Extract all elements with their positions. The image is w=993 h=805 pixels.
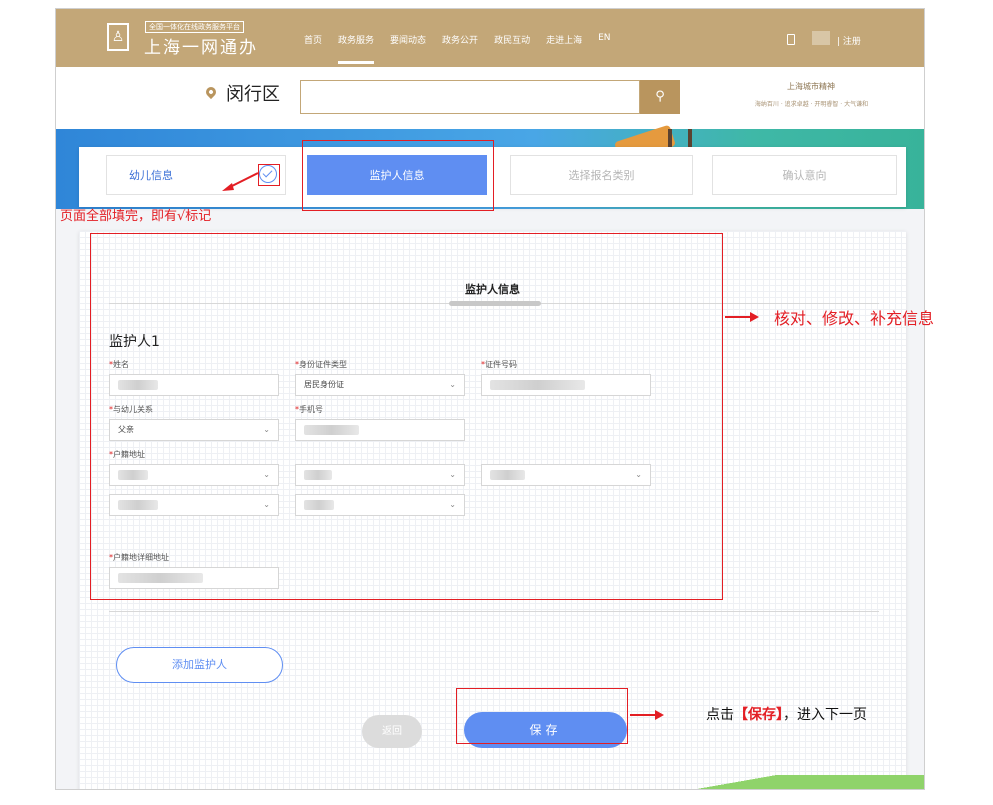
city-spirit-motto: 海纳百川 · 追求卓越 · 开明睿智 · 大气谦和	[754, 101, 869, 108]
search-row: 闵行区 ⚲ 上海城市精神 海纳百川 · 追求卓越 · 开明睿智 · 大气谦和	[56, 67, 924, 129]
user-name-masked[interactable]	[812, 31, 830, 45]
form-divider	[109, 611, 879, 612]
top-navigation-bar: ♙ 全国一体化在线政务服务平台 上海一网通办 首页 政务服务 要闻动态 政务公开…	[56, 9, 924, 67]
step-label: 确认意向	[782, 169, 827, 182]
annotation-complete-note: 页面全部填完，即有√标记	[60, 209, 212, 224]
back-button[interactable]: 返回	[362, 715, 422, 748]
annotation-arrow-head	[655, 710, 664, 720]
step-confirm-intent[interactable]: 确认意向	[712, 155, 897, 195]
nav-shanghai[interactable]: 走进上海	[546, 33, 582, 46]
location-selector[interactable]: 闵行区	[226, 80, 280, 106]
nav-public[interactable]: 政务公开	[442, 33, 478, 46]
search-button[interactable]: ⚲	[640, 80, 680, 114]
annotation-save-note: 点击【保存】，进入下一页	[706, 707, 867, 723]
search-icon: ⚲	[655, 89, 665, 104]
annotation-step-highlight	[302, 140, 494, 211]
add-guardian-button[interactable]: 添加监护人	[116, 647, 283, 683]
register-link[interactable]: | 注册	[837, 34, 861, 47]
step-label: 幼儿信息	[129, 169, 173, 182]
step-registration-type[interactable]: 选择报名类别	[510, 155, 693, 195]
nav-home[interactable]: 首页	[304, 33, 322, 46]
annotation-arrow-line	[725, 316, 751, 318]
decorative-green-stripe	[536, 775, 924, 789]
nav-services[interactable]: 政务服务	[338, 33, 375, 64]
nav-news[interactable]: 要闻动态	[390, 33, 426, 46]
platform-tag: 全国一体化在线政务服务平台	[145, 21, 244, 33]
annotation-save-highlight	[456, 688, 628, 744]
logo-emblem-icon: ♙	[107, 23, 129, 51]
nav-interaction[interactable]: 政民互动	[494, 33, 530, 46]
main-nav: 首页 政务服务 要闻动态 政务公开 政民互动 走进上海 EN	[304, 33, 627, 64]
annotation-arrow-head	[750, 312, 759, 322]
annotation-arrow-diagonal	[222, 172, 259, 191]
annotation-form-highlight	[90, 233, 723, 600]
step-label: 选择报名类别	[568, 169, 635, 182]
annotation-verify-note: 核对、修改、补充信息	[774, 309, 935, 328]
mobile-icon[interactable]	[787, 34, 795, 45]
site-logo-name[interactable]: 上海一网通办	[144, 33, 258, 58]
city-spirit-title: 上海城市精神	[787, 82, 835, 91]
search-input[interactable]	[300, 80, 640, 114]
nav-english[interactable]: EN	[598, 33, 610, 46]
location-pin-icon	[203, 84, 219, 100]
annotation-arrow-line	[630, 714, 656, 716]
